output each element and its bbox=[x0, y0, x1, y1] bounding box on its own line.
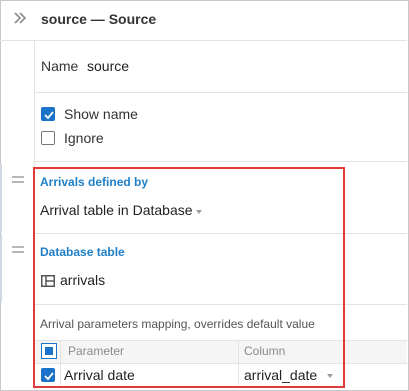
panel-header: source — Source bbox=[0, 0, 407, 41]
column-header-parameter: Parameter bbox=[68, 344, 125, 358]
divider bbox=[35, 161, 407, 162]
double-chevron-right-icon[interactable] bbox=[12, 10, 28, 26]
divider bbox=[35, 304, 407, 305]
ignore-label[interactable]: Ignore bbox=[64, 130, 104, 146]
show-name-checkbox[interactable] bbox=[41, 107, 55, 121]
ignore-checkbox[interactable] bbox=[41, 131, 55, 145]
table-icon bbox=[41, 274, 55, 292]
select-all-checkbox[interactable] bbox=[41, 343, 57, 359]
drag-handle-icon[interactable] bbox=[12, 246, 24, 253]
name-label: Name bbox=[41, 58, 79, 74]
column-separator bbox=[60, 341, 61, 385]
drag-handle-icon[interactable] bbox=[12, 176, 24, 183]
database-table-value[interactable]: arrivals bbox=[60, 272, 105, 288]
column-header-column: Column bbox=[244, 344, 286, 358]
database-table-section-title: Database table bbox=[40, 245, 125, 259]
parameter-cell: Arrival date bbox=[64, 367, 135, 383]
show-name-label[interactable]: Show name bbox=[64, 106, 138, 122]
row-checkbox[interactable] bbox=[41, 368, 55, 382]
name-value[interactable]: source bbox=[87, 58, 129, 74]
column-select[interactable]: arrival_date bbox=[244, 367, 317, 383]
section-indicator-bar bbox=[0, 234, 2, 302]
divider bbox=[35, 233, 407, 234]
divider bbox=[35, 92, 407, 93]
arrivals-dropdown[interactable]: Arrival table in Database bbox=[40, 202, 193, 218]
arrivals-section-title: Arrivals defined by bbox=[40, 175, 149, 189]
mapping-description: Arrival parameters mapping, overrides de… bbox=[40, 317, 315, 331]
gutter-divider bbox=[34, 41, 35, 391]
column-separator bbox=[238, 341, 239, 385]
select-underline bbox=[242, 386, 337, 387]
chevron-down-icon[interactable] bbox=[327, 374, 333, 378]
panel-title: source — Source bbox=[41, 11, 157, 27]
chevron-down-icon[interactable] bbox=[196, 210, 202, 214]
section-indicator-bar bbox=[0, 164, 2, 232]
